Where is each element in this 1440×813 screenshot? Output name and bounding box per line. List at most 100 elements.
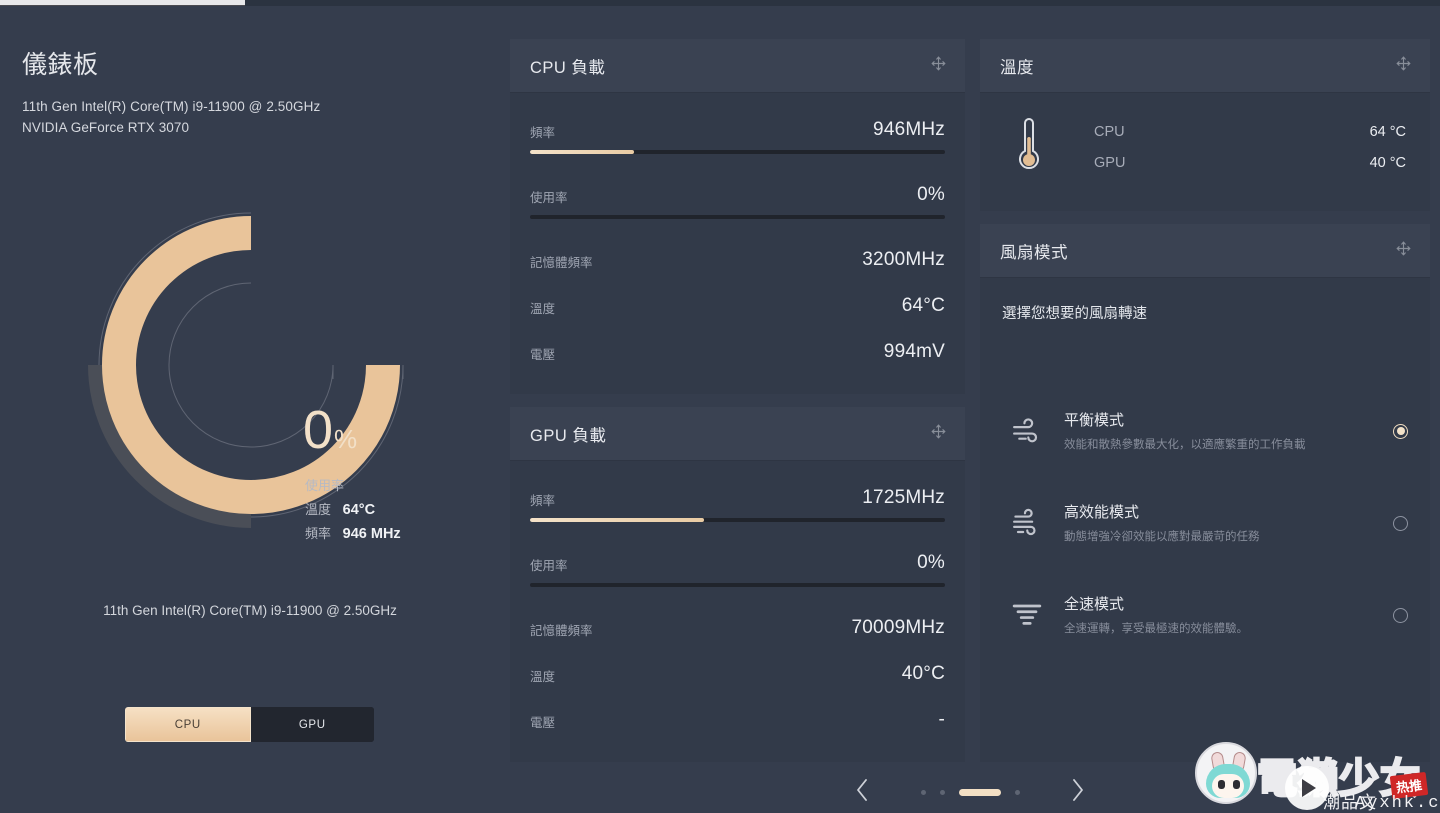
pagination-dot-4[interactable] xyxy=(1015,790,1020,795)
move-icon[interactable] xyxy=(930,55,947,77)
gauge-temp-value: 64°C xyxy=(343,502,375,518)
move-icon[interactable] xyxy=(930,423,947,445)
pagination-nav xyxy=(845,773,1095,811)
fan-performance-name: 高效能模式 xyxy=(1064,501,1393,522)
fan-balanced-name: 平衡模式 xyxy=(1064,409,1393,430)
gpu-row-temp: 溫度 40°C xyxy=(530,663,945,685)
cpu-temp-label: 溫度 xyxy=(530,298,555,317)
move-icon[interactable] xyxy=(1395,55,1412,77)
temp-panel-body: CPU 64 °C GPU 40 °C xyxy=(980,93,1430,202)
gauge-value: 0 xyxy=(303,406,332,454)
cpu-row-temp: 溫度 64°C xyxy=(530,295,945,317)
watermark-avatar xyxy=(1195,742,1257,804)
temp-readouts: CPU 64 °C GPU 40 °C xyxy=(1094,117,1406,179)
cpu-gpu-toggle[interactable]: CPU GPU xyxy=(125,707,374,742)
gpu-panel-title: GPU 負載 xyxy=(530,422,606,446)
pagination-dot-2[interactable] xyxy=(940,790,945,795)
temp-row-gpu: GPU 40 °C xyxy=(1094,148,1406,179)
gpu-memfreq-label: 記憶體頻率 xyxy=(530,620,593,639)
wind-performance-icon xyxy=(1000,505,1054,541)
move-icon[interactable] xyxy=(1395,240,1412,262)
temp-gpu-value: 40 °C xyxy=(1370,155,1406,171)
gpu-voltage-value: - xyxy=(938,709,945,731)
fan-performance-desc: 動態增強冷卻效能以應對最嚴苛的任務 xyxy=(1064,529,1349,546)
cpu-freq-value: 946MHz xyxy=(873,119,945,141)
cpu-row-freq: 頻率 946MHz xyxy=(530,119,945,141)
cpu-metrics: 頻率 946MHz 使用率 0% 記憶體頻率 3200MHz 溫度 64°C xyxy=(510,93,965,373)
cpu-temp-value: 64°C xyxy=(902,295,945,317)
gpu-row-freq: 頻率 1725MHz xyxy=(530,487,945,509)
watermark: 電獺少女 潮品文 热推 Ayxhk.com xyxy=(1195,740,1440,813)
gauge-temp-label: 溫度 xyxy=(305,502,331,517)
pagination-dot-3-active[interactable] xyxy=(959,789,1001,796)
cpu-row-usage: 使用率 0% xyxy=(530,184,945,206)
system-info: 11th Gen Intel(R) Core(TM) i9-11900 @ 2.… xyxy=(22,96,320,138)
fan-turbo-desc: 全速運轉，享受最極速的效能體驗。 xyxy=(1064,621,1349,638)
gauge-footer-model: 11th Gen Intel(R) Core(TM) i9-11900 @ 2.… xyxy=(0,603,500,618)
cpu-load-panel: CPU 負載 頻率 946MHz 使用率 0% 記憶體頻率 3200MH xyxy=(510,39,965,394)
gpu-metrics: 頻率 1725MHz 使用率 0% 記憶體頻率 70009MHz 溫度 40°C xyxy=(510,461,965,741)
cpu-voltage-label: 電壓 xyxy=(530,344,555,363)
gauge-usage-label: 使用率 xyxy=(305,474,401,498)
temp-gpu-label: GPU xyxy=(1094,155,1125,171)
gpu-voltage-label: 電壓 xyxy=(530,712,555,731)
cpu-freq-label: 頻率 xyxy=(530,122,555,141)
fan-mode-performance[interactable]: 高效能模式 動態增強冷卻效能以應對最嚴苛的任務 xyxy=(980,477,1430,569)
temp-cpu-label: CPU xyxy=(1094,124,1125,140)
toggle-cpu-button[interactable]: CPU xyxy=(125,707,251,742)
cpu-name-label: 11th Gen Intel(R) Core(TM) i9-11900 @ 2.… xyxy=(22,96,320,117)
gpu-row-memfreq: 記憶體頻率 70009MHz xyxy=(530,617,945,639)
toggle-gpu-button[interactable]: GPU xyxy=(251,707,375,742)
gpu-temp-label: 溫度 xyxy=(530,666,555,685)
gauge-value-readout: 0 % xyxy=(303,406,357,455)
pagination-dot-1[interactable] xyxy=(921,790,926,795)
dashboard-app: 儀錶板 11th Gen Intel(R) Core(TM) i9-11900 … xyxy=(0,0,1440,813)
gpu-temp-value: 40°C xyxy=(902,663,945,685)
gpu-panel-header: GPU 負載 xyxy=(510,407,965,461)
turbo-funnel-icon xyxy=(1000,597,1054,633)
cpu-row-memfreq: 記憶體頻率 3200MHz xyxy=(530,249,945,271)
gpu-freq-value: 1725MHz xyxy=(862,487,945,509)
gauge-legend: 使用率 溫度 64°C 頻率 946 MHz xyxy=(305,474,401,546)
fan-balanced-text: 平衡模式 效能和散熱參數最大化，以適應繁重的工作負載 xyxy=(1054,409,1393,454)
cpu-memfreq-value: 3200MHz xyxy=(862,249,945,271)
fan-mode-list: 平衡模式 效能和散熱參數最大化，以適應繁重的工作負載 高效能模式 動態增 xyxy=(980,385,1430,661)
usage-gauge: 0 % 使用率 溫度 64°C 頻率 946 MHz xyxy=(55,191,455,566)
page-title: 儀錶板 xyxy=(22,45,99,81)
fan-turbo-radio[interactable] xyxy=(1393,608,1408,623)
fan-balanced-radio[interactable] xyxy=(1393,424,1408,439)
cpu-memfreq-label: 記憶體頻率 xyxy=(530,252,593,271)
cpu-panel-header: CPU 負載 xyxy=(510,39,965,93)
fan-mode-turbo[interactable]: 全速模式 全速運轉，享受最極速的效能體驗。 xyxy=(980,569,1430,661)
gpu-usage-value: 0% xyxy=(917,552,945,574)
gauge-freq-row: 頻率 946 MHz xyxy=(305,522,401,546)
cpu-usage-label: 使用率 xyxy=(530,187,568,206)
chevron-right-icon[interactable] xyxy=(1061,775,1095,810)
chevron-left-icon[interactable] xyxy=(845,775,879,810)
fan-mode-balanced[interactable]: 平衡模式 效能和散熱參數最大化，以適應繁重的工作負載 xyxy=(980,385,1430,477)
fan-turbo-text: 全速模式 全速運轉，享受最極速的效能體驗。 xyxy=(1054,593,1393,638)
gauge-arc-value xyxy=(119,233,383,497)
gauge-freq-label: 頻率 xyxy=(305,526,331,541)
gauge-temp-row: 溫度 64°C xyxy=(305,498,401,522)
temp-panel-header: 溫度 xyxy=(980,39,1430,93)
gpu-load-panel: GPU 負載 頻率 1725MHz 使用率 0% 記憶體頻率 70009 xyxy=(510,407,965,762)
play-icon xyxy=(1285,766,1329,810)
thermometer-icon xyxy=(1012,115,1046,180)
cpu-usage-value: 0% xyxy=(917,184,945,206)
gauge-percent-symbol: % xyxy=(334,424,357,455)
cpu-voltage-value: 994mV xyxy=(884,341,945,363)
left-column: 儀錶板 11th Gen Intel(R) Core(TM) i9-11900 … xyxy=(0,6,500,813)
fan-performance-radio[interactable] xyxy=(1393,516,1408,531)
fan-panel-header: 風扇模式 xyxy=(980,224,1430,278)
temp-panel-title: 溫度 xyxy=(1000,54,1034,78)
watermark-url: Ayxhk.com xyxy=(1355,794,1440,813)
pagination-dots xyxy=(921,789,1020,796)
fan-performance-text: 高效能模式 動態增強冷卻效能以應對最嚴苛的任務 xyxy=(1054,501,1393,546)
gpu-name-label: NVIDIA GeForce RTX 3070 xyxy=(22,117,320,138)
temp-cpu-value: 64 °C xyxy=(1370,124,1406,140)
gpu-usage-label: 使用率 xyxy=(530,555,568,574)
cpu-panel-title: CPU 負載 xyxy=(530,54,605,78)
gpu-row-voltage: 電壓 - xyxy=(530,709,945,731)
cpu-row-voltage: 電壓 994mV xyxy=(530,341,945,363)
